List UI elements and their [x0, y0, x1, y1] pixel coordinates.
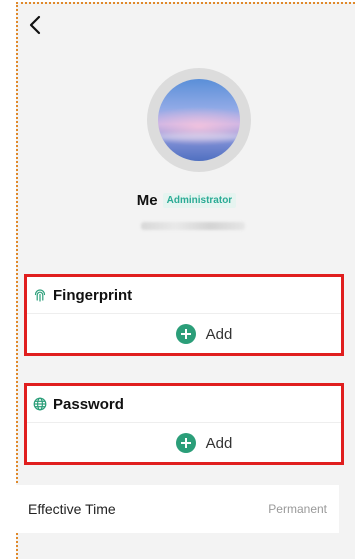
back-button[interactable]	[26, 14, 46, 36]
password-header: Password	[27, 386, 341, 423]
fingerprint-card: Fingerprint Add	[24, 274, 344, 356]
password-title: Password	[53, 395, 124, 413]
effective-time-label: Effective Time	[28, 501, 116, 517]
fingerprint-header: Fingerprint	[27, 277, 341, 314]
password-globe-icon	[33, 397, 47, 411]
redacted-account-id	[141, 222, 245, 230]
user-name: Me	[136, 192, 158, 209]
fingerprint-icon	[34, 289, 46, 302]
plus-circle-icon	[175, 324, 196, 344]
profile-name-row: Me Administrator	[18, 192, 355, 209]
role-badge: Administrator	[162, 193, 237, 208]
avatar[interactable]	[147, 68, 251, 172]
add-fingerprint-label: Add	[205, 325, 233, 343]
effective-time-row[interactable]: Effective Time Permanent	[16, 485, 339, 533]
effective-time-value: Permanent	[268, 502, 327, 516]
avatar-image	[158, 79, 240, 161]
add-password-label: Add	[205, 434, 233, 452]
fingerprint-title: Fingerprint	[53, 286, 133, 304]
add-password-button[interactable]: Add	[47, 423, 355, 463]
plus-circle-icon	[175, 433, 196, 453]
chevron-left-icon	[29, 15, 41, 35]
add-fingerprint-button[interactable]: Add	[47, 314, 355, 354]
password-card: Password Add	[24, 383, 344, 465]
